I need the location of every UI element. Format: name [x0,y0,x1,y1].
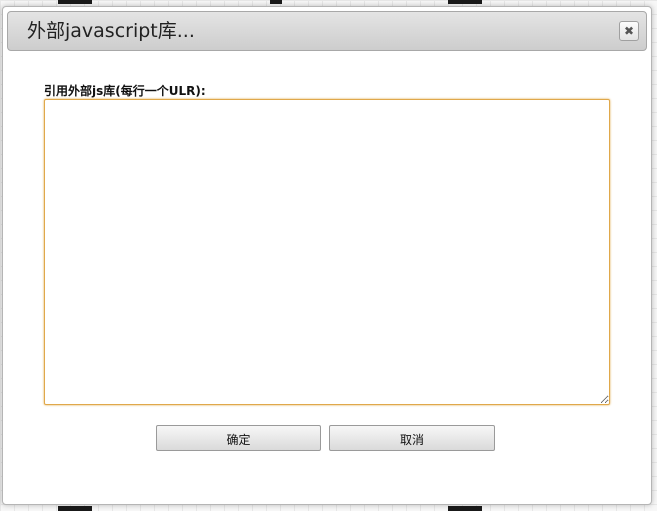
background-element [58,506,92,511]
close-icon: ✖ [623,24,635,38]
external-js-url-textarea[interactable] [44,99,610,405]
background-element [448,506,482,511]
ok-button[interactable]: 确定 [156,425,321,451]
background-element [448,0,482,4]
dialog-titlebar[interactable]: 外部javascript库... ✖ [7,11,647,51]
close-button[interactable]: ✖ [619,21,639,41]
cancel-button[interactable]: 取消 [329,425,495,451]
background-element [270,0,282,4]
dialog-title: 外部javascript库... [27,20,195,42]
background-element [58,0,92,4]
external-js-label: 引用外部js库(每行一个ULR): [44,84,206,98]
external-js-dialog: 外部javascript库... ✖ 引用外部js库(每行一个ULR): 确定 … [2,6,652,505]
